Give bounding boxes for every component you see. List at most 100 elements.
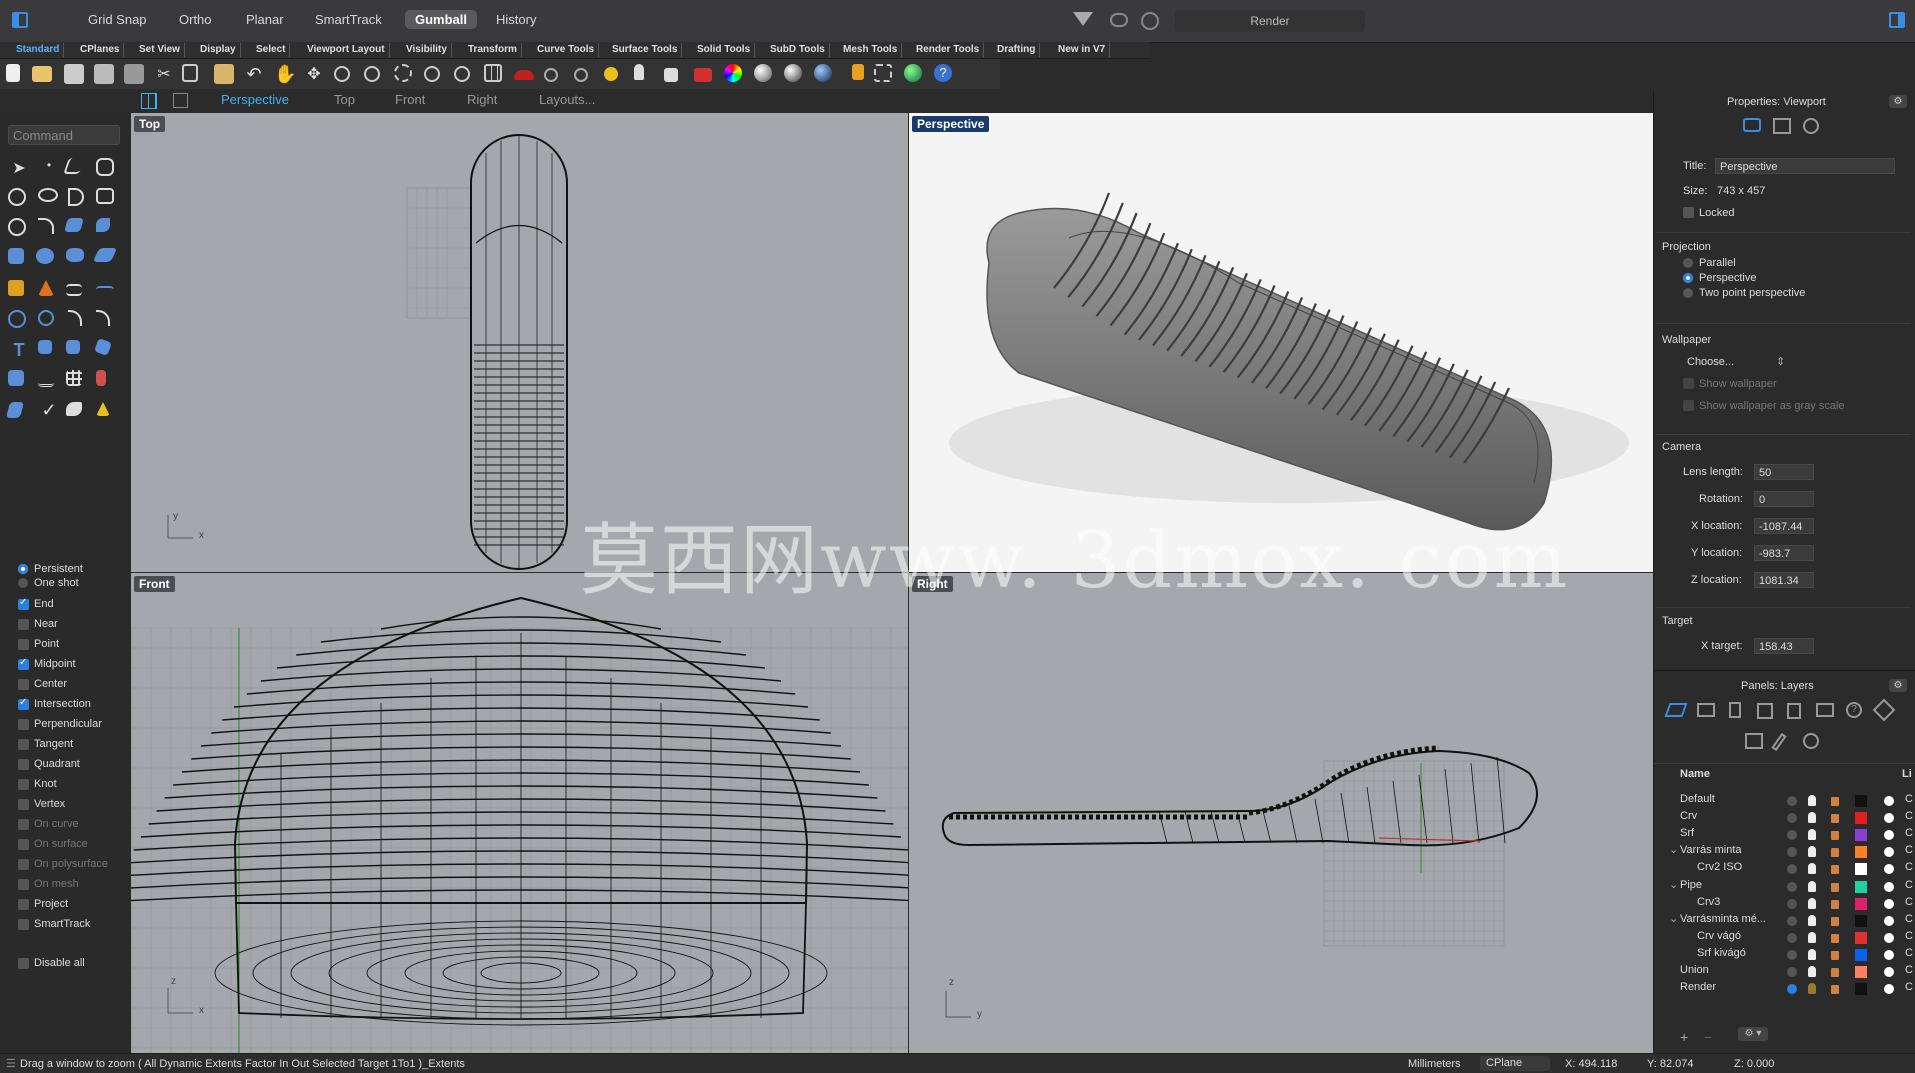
- linetype-label[interactable]: C: [1905, 913, 1913, 925]
- polygon-icon[interactable]: [8, 218, 26, 236]
- material-sphere-icon[interactable]: [754, 64, 772, 82]
- check-icon[interactable]: ✓: [38, 400, 60, 422]
- current-layer-radio[interactable]: [1787, 898, 1797, 909]
- parallel-radio[interactable]: [1683, 258, 1693, 268]
- material-circle-icon[interactable]: [1884, 949, 1894, 960]
- select-curve-icon[interactable]: [574, 68, 588, 82]
- checkbox-box[interactable]: [18, 839, 29, 850]
- menu-icon[interactable]: ☰: [6, 1057, 16, 1070]
- tab-display[interactable]: Display: [196, 43, 241, 57]
- viewport-icon[interactable]: [1773, 118, 1791, 134]
- layer-options-icon[interactable]: ⚙ ▾: [1738, 1027, 1768, 1041]
- lock-icon[interactable]: [1831, 933, 1839, 943]
- array-icon[interactable]: [38, 372, 54, 387]
- layer-color-swatch[interactable]: [1855, 931, 1867, 944]
- select-arrow-icon[interactable]: ➤: [8, 158, 30, 180]
- current-layer-radio[interactable]: [1787, 881, 1797, 892]
- link-panel-icon[interactable]: [1803, 118, 1819, 134]
- checkbox-box[interactable]: [18, 619, 29, 630]
- undo-icon[interactable]: ↶: [244, 64, 264, 84]
- tab-visibility[interactable]: Visibility: [402, 43, 452, 57]
- lock-icon[interactable]: [664, 68, 678, 82]
- current-layer-radio[interactable]: [1787, 847, 1797, 858]
- tab-mesh-tools[interactable]: Mesh Tools: [839, 43, 903, 57]
- lock-icon[interactable]: [1831, 814, 1839, 824]
- layer-name[interactable]: Srf kivágó: [1697, 947, 1746, 959]
- gumball-toggle[interactable]: Gumball: [405, 10, 478, 29]
- help-icon[interactable]: ?: [934, 64, 952, 82]
- select-window-icon[interactable]: [874, 64, 892, 82]
- layer-name[interactable]: Srf: [1680, 827, 1694, 839]
- add-layer-icon[interactable]: +: [1680, 1029, 1688, 1045]
- layer-name[interactable]: Crv3: [1697, 896, 1720, 908]
- cplane-select[interactable]: CPlane: [1480, 1056, 1550, 1071]
- linetype-label[interactable]: C: [1905, 844, 1913, 856]
- print-icon[interactable]: [94, 64, 114, 84]
- wallpaper-choose-select[interactable]: Choose...: [1687, 356, 1734, 368]
- zoom-dynamic-icon[interactable]: [394, 64, 412, 82]
- show-wallpaper-checkbox[interactable]: [1683, 378, 1694, 389]
- select-point-icon[interactable]: [544, 68, 558, 82]
- gear-icon[interactable]: ⚙: [1889, 679, 1907, 692]
- checkbox-box[interactable]: [18, 799, 29, 810]
- layer-row[interactable]: ⌄ Pipe C: [1663, 878, 1915, 895]
- lock-icon[interactable]: [1831, 916, 1839, 926]
- expand-chevron-icon[interactable]: ⌄: [1669, 912, 1678, 925]
- linetype-label[interactable]: C: [1905, 879, 1913, 891]
- boolean-icon[interactable]: [36, 248, 54, 264]
- grid-panel-icon[interactable]: [1745, 733, 1763, 749]
- point-icon[interactable]: •: [38, 158, 60, 180]
- viewport-grid-icon[interactable]: [484, 64, 502, 82]
- lens-field[interactable]: 50: [1754, 464, 1814, 480]
- tab-select[interactable]: Select: [252, 43, 291, 57]
- layer-row[interactable]: Crv2 ISO C: [1663, 860, 1915, 877]
- render-mode-select[interactable]: Render: [1175, 10, 1365, 32]
- layer-icon[interactable]: [694, 68, 712, 82]
- grid-layout-icon[interactable]: [141, 93, 157, 109]
- lock-icon[interactable]: [1831, 797, 1839, 806]
- layer-row[interactable]: ⌄ Varrásminta mé... C: [1663, 912, 1915, 929]
- layer-name[interactable]: Default: [1680, 793, 1715, 805]
- current-layer-radio[interactable]: [1787, 864, 1797, 875]
- layer-color-swatch[interactable]: [1855, 914, 1867, 927]
- tab-new-in-v7[interactable]: New in V7: [1054, 43, 1111, 57]
- material-circle-icon[interactable]: [1884, 898, 1894, 909]
- current-layer-radio[interactable]: [1787, 796, 1797, 806]
- tab-surface-tools[interactable]: Surface Tools: [608, 43, 683, 57]
- tab-right[interactable]: Right: [467, 92, 497, 107]
- layer-color-swatch[interactable]: [1855, 880, 1867, 893]
- checkbox-box[interactable]: [18, 657, 29, 670]
- checkbox-box[interactable]: [18, 919, 29, 930]
- layer-color-swatch[interactable]: [1855, 795, 1867, 807]
- help-circle-icon[interactable]: ?: [1846, 702, 1862, 718]
- tab-render-tools[interactable]: Render Tools: [912, 43, 985, 57]
- document-icon[interactable]: [1729, 702, 1741, 718]
- loft-icon[interactable]: [96, 218, 110, 232]
- layer-color-swatch[interactable]: [1855, 863, 1867, 876]
- units-label[interactable]: Millimeters: [1408, 1058, 1461, 1070]
- visibility-bulb-icon[interactable]: [1808, 897, 1816, 909]
- visibility-bulb-icon[interactable]: [1808, 966, 1816, 977]
- circle-icon[interactable]: [8, 188, 26, 206]
- checkbox-box[interactable]: [18, 639, 29, 650]
- visibility-bulb-icon[interactable]: [1808, 983, 1816, 995]
- box-icon[interactable]: [8, 248, 24, 264]
- material-circle-icon[interactable]: [1884, 796, 1894, 806]
- layer-row[interactable]: Render C: [1663, 980, 1915, 997]
- z-location-field[interactable]: 1081.34: [1754, 572, 1814, 588]
- layer-color-swatch[interactable]: [1855, 829, 1867, 842]
- current-layer-radio[interactable]: [1787, 949, 1797, 960]
- current-layer-radio[interactable]: [1787, 830, 1797, 841]
- two-point-radio[interactable]: [1683, 288, 1693, 298]
- move-icon[interactable]: [38, 340, 52, 354]
- target-icon[interactable]: [1141, 12, 1159, 30]
- checkbox-box[interactable]: [18, 697, 29, 710]
- tab-standard[interactable]: Standard: [12, 43, 65, 57]
- rotation-field[interactable]: 0: [1754, 491, 1814, 507]
- layer-name[interactable]: Pipe: [1680, 879, 1702, 891]
- new-file-icon[interactable]: [6, 64, 20, 82]
- material-circle-icon[interactable]: [1884, 864, 1894, 875]
- tab-layouts[interactable]: Layouts...: [539, 92, 595, 107]
- rectangle-icon[interactable]: [96, 188, 114, 204]
- layer-name[interactable]: Crv vágó: [1697, 930, 1741, 942]
